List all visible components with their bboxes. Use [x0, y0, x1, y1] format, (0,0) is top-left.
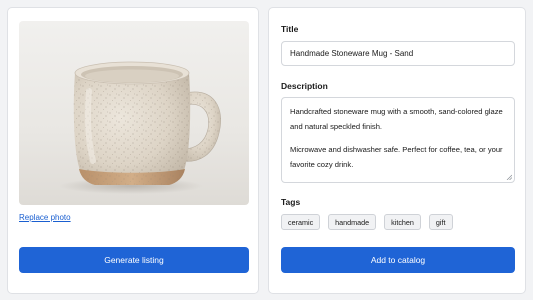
description-textarea[interactable]: Handcrafted stoneware mug with a smooth,…	[281, 97, 515, 183]
description-label: Description	[281, 81, 328, 91]
resize-handle-icon[interactable]	[506, 174, 512, 180]
tags-list: ceramic handmade kitchen gift	[281, 214, 453, 230]
tag-chip[interactable]: ceramic	[281, 214, 321, 230]
title-input[interactable]: Handmade Stoneware Mug - Sand	[281, 41, 515, 66]
product-photo	[19, 21, 249, 205]
photo-card: Replace photo Generate listing	[7, 7, 259, 294]
mug-illustration	[59, 61, 221, 194]
tag-chip[interactable]: kitchen	[384, 214, 421, 230]
listing-form-card: Title Handmade Stoneware Mug - Sand Desc…	[268, 7, 526, 294]
replace-photo-link[interactable]: Replace photo	[19, 213, 71, 222]
tag-chip[interactable]: gift	[428, 214, 453, 230]
tag-chip[interactable]: handmade	[328, 214, 377, 230]
tags-label: Tags	[281, 197, 301, 207]
title-input-value: Handmade Stoneware Mug - Sand	[290, 49, 414, 58]
description-paragraph-2: Microwave and dishwasher safe. Perfect f…	[290, 145, 503, 169]
description-paragraph-1: Handcrafted stoneware mug with a smooth,…	[290, 107, 503, 131]
title-label: Title	[281, 24, 299, 34]
add-to-catalog-button[interactable]: Add to catalog	[281, 247, 515, 273]
generate-listing-button[interactable]: Generate listing	[19, 247, 249, 273]
